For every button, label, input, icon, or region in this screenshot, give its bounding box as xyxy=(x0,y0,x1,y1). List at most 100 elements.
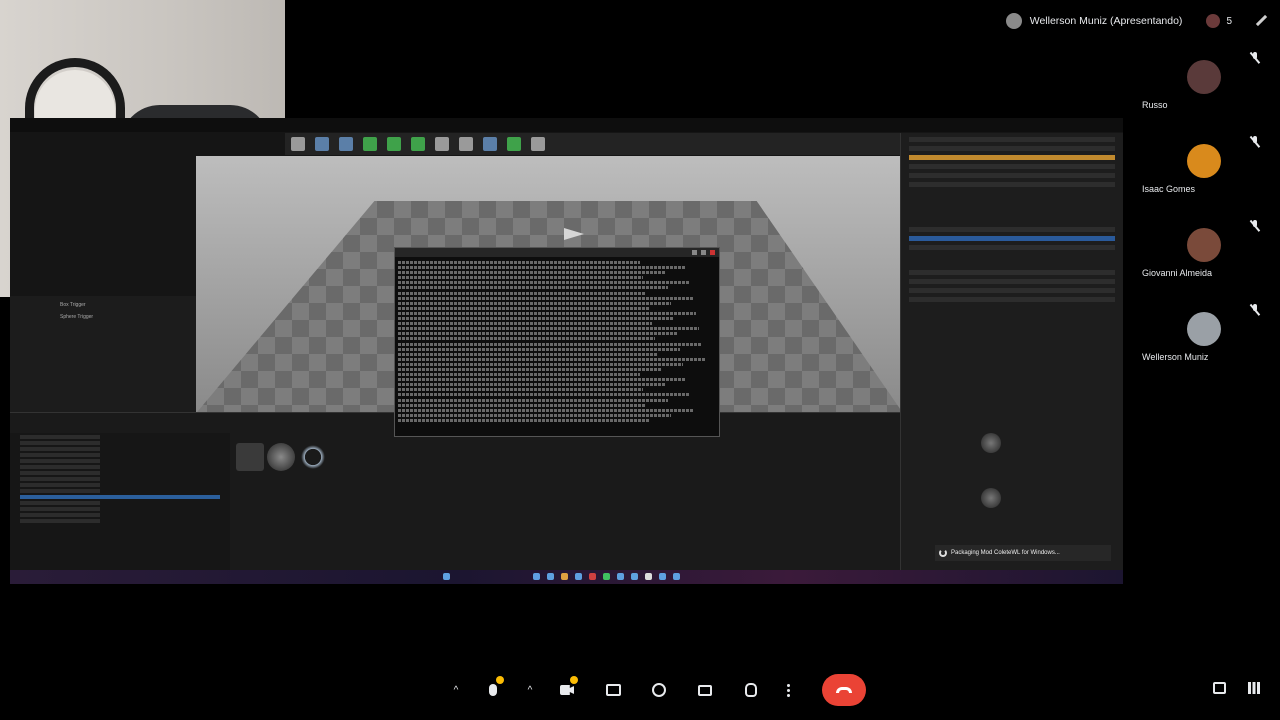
presenter-bar: Wellerson Muniz (Apresentando) 5 xyxy=(1005,10,1268,32)
taskbar-icon xyxy=(547,573,554,580)
toolbar-button xyxy=(435,137,449,151)
play-button xyxy=(507,137,521,151)
details-row xyxy=(909,182,1115,187)
asset-thumbnail xyxy=(299,443,327,471)
mic-button[interactable] xyxy=(474,674,512,706)
details-panel xyxy=(900,133,1123,583)
camera-button[interactable] xyxy=(548,674,586,706)
tree-line-selected xyxy=(20,495,220,499)
tree-line xyxy=(20,459,100,463)
tree-line xyxy=(20,501,100,505)
more-options-button[interactable] xyxy=(778,674,798,706)
editor-toolbar xyxy=(285,133,900,155)
participant-tile[interactable]: Russo xyxy=(1130,48,1276,128)
participant-name: Isaac Gomes xyxy=(1142,184,1196,194)
toolbar-button xyxy=(339,137,353,151)
captions-icon xyxy=(698,684,712,696)
participant-tile[interactable]: Wellerson Muniz xyxy=(1130,300,1276,380)
tree-line xyxy=(20,513,100,517)
console-log xyxy=(398,261,708,431)
log-line xyxy=(398,418,650,422)
activity-badge xyxy=(570,676,578,684)
log-line xyxy=(398,311,696,315)
toolbar-button xyxy=(531,137,545,151)
tree-line xyxy=(20,471,100,475)
log-line xyxy=(398,367,662,371)
raise-hand-button[interactable] xyxy=(732,674,770,706)
outliner-item: Box Trigger xyxy=(60,302,86,308)
toolbar-button xyxy=(315,137,329,151)
activities-grid-icon[interactable] xyxy=(1248,682,1260,694)
close-icon xyxy=(710,250,715,255)
log-line xyxy=(398,306,650,310)
taskbar-icon xyxy=(575,573,582,580)
present-button[interactable] xyxy=(594,674,632,706)
taskbar-icon xyxy=(443,573,450,580)
more-vert-icon xyxy=(786,683,790,697)
tree-line xyxy=(20,435,100,439)
details-row xyxy=(909,137,1115,142)
log-line xyxy=(398,357,705,361)
details-row xyxy=(909,227,1115,232)
hand-icon xyxy=(745,683,757,697)
details-row-selected xyxy=(909,155,1115,160)
participant-tile[interactable]: Giovanni Almeida xyxy=(1130,216,1276,296)
log-line xyxy=(398,276,643,280)
tree-line xyxy=(20,489,100,493)
taskbar-icon xyxy=(561,573,568,580)
log-line xyxy=(398,337,656,341)
log-line xyxy=(398,408,693,412)
windows-taskbar xyxy=(10,570,1123,584)
maximize-icon xyxy=(701,250,706,255)
toolbar-button xyxy=(483,137,497,151)
editor-menubar xyxy=(10,118,1123,132)
log-line xyxy=(398,271,665,275)
video-options-button[interactable]: ^ xyxy=(520,674,540,706)
captions-button[interactable] xyxy=(686,674,724,706)
taskbar-icon xyxy=(603,573,610,580)
taskbar-icon xyxy=(631,573,638,580)
mic-off-icon xyxy=(1250,304,1260,316)
log-line xyxy=(398,261,640,264)
log-line xyxy=(398,291,646,295)
participant-name: Wellerson Muniz xyxy=(1142,352,1209,362)
log-line xyxy=(398,388,643,392)
details-row xyxy=(909,173,1115,178)
packaging-notification: Packaging Mod ColeteWL for Windows... xyxy=(935,545,1111,561)
log-line xyxy=(398,352,659,356)
log-line xyxy=(398,327,699,331)
tree-line xyxy=(20,519,100,523)
toolbar-button xyxy=(291,137,305,151)
audio-options-button[interactable]: ^ xyxy=(446,674,466,706)
call-controls: ^ ^ xyxy=(446,674,866,706)
taskbar-icon xyxy=(659,573,666,580)
taskbar-icon xyxy=(617,573,624,580)
tree-line xyxy=(20,447,100,451)
tree-line xyxy=(20,483,100,487)
avatar xyxy=(1187,312,1221,346)
details-row xyxy=(909,297,1115,302)
people-count-button[interactable]: 5 xyxy=(1206,14,1232,28)
annotate-pencil-icon[interactable] xyxy=(1254,14,1268,28)
details-row xyxy=(909,146,1115,151)
chat-icon[interactable] xyxy=(1213,682,1226,694)
avatar xyxy=(1187,144,1221,178)
people-count: 5 xyxy=(1226,15,1232,27)
reactions-button[interactable] xyxy=(640,674,678,706)
mic-off-icon xyxy=(1250,52,1260,64)
details-row xyxy=(909,164,1115,169)
emoji-icon xyxy=(652,683,666,697)
material-thumbnail xyxy=(981,488,1001,508)
toolbar-button xyxy=(411,137,425,151)
participant-tile[interactable]: Isaac Gomes xyxy=(1130,132,1276,212)
outliner-item: Sphere Trigger xyxy=(60,314,94,320)
log-line xyxy=(398,317,674,321)
details-row xyxy=(909,270,1115,275)
log-line xyxy=(398,393,690,397)
log-line xyxy=(398,403,646,407)
notification-text: Packaging Mod ColeteWL for Windows... xyxy=(951,550,1060,556)
leave-call-button[interactable] xyxy=(822,674,866,706)
tree-line xyxy=(20,477,100,481)
chevron-up-icon: ^ xyxy=(453,684,459,696)
mic-off-icon xyxy=(1250,136,1260,148)
